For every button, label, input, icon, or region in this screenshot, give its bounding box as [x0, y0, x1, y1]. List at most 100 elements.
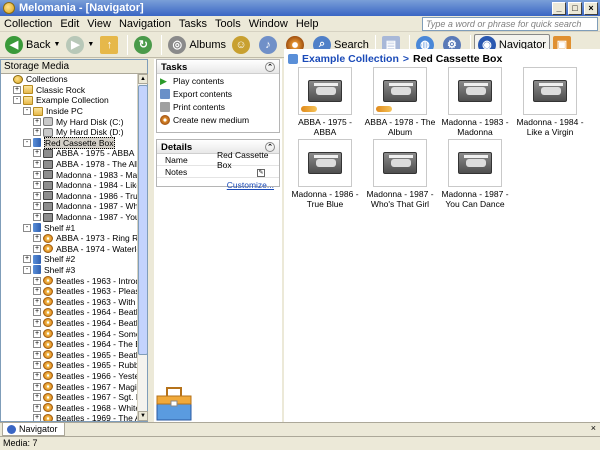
collapse-icon[interactable]: -	[23, 138, 31, 147]
customize-link[interactable]: Customize...	[157, 178, 279, 190]
tree-item[interactable]: + Beatles - 1965 - Rubber Soul	[1, 360, 138, 371]
scroll-down-button[interactable]: ▼	[138, 411, 148, 421]
expand-icon[interactable]: +	[23, 255, 31, 264]
tree-scrollbar[interactable]: ▲ ▼	[137, 74, 148, 421]
tree-item[interactable]: + Beatles - 1964 - Something New	[1, 328, 138, 339]
expand-icon[interactable]: +	[33, 191, 41, 200]
tree-item[interactable]: + ABBA - 1975 - ABBA	[1, 148, 138, 159]
notes-edit-icon[interactable]: ✎	[209, 166, 279, 177]
task-print-contents[interactable]: Print contents	[157, 100, 279, 113]
tree-item[interactable]: + Beatles - 1966 - Yesterday... and	[1, 371, 138, 382]
tree-item[interactable]: + Beatles - 1967 - Magical Mystery	[1, 381, 138, 392]
back-button[interactable]: ◀ Back ▼	[2, 34, 63, 56]
media-tile[interactable]: Madonna - 1986 - True Blue	[289, 139, 361, 209]
minimize-button[interactable]: _	[552, 1, 566, 15]
breadcrumb-parent[interactable]: Example Collection	[302, 53, 399, 65]
tree-item[interactable]: + Beatles - 1968 - White Album	[1, 402, 138, 413]
tree-item[interactable]: + Beatles - 1963 - With the Beatles	[1, 296, 138, 307]
media-tile[interactable]: Madonna - 1984 - Like a Virgin	[514, 67, 586, 137]
tree-item[interactable]: + Madonna - 1987 - Who's That Girl	[1, 201, 138, 212]
expand-icon[interactable]: +	[33, 181, 41, 190]
task-play-contents[interactable]: ▶ Play contents	[157, 74, 279, 87]
tree-item[interactable]: + Madonna - 1984 - Like a Virgin	[1, 180, 138, 191]
tree-item[interactable]: Collections	[1, 74, 138, 85]
expand-icon[interactable]: +	[33, 170, 41, 179]
collapse-icon[interactable]: -	[23, 265, 31, 274]
artists-button[interactable]: ☺	[229, 34, 256, 56]
tree-item[interactable]: - Example Collection	[1, 95, 138, 106]
media-tile[interactable]: ABBA - 1975 - ABBA	[289, 67, 361, 137]
scroll-thumb[interactable]	[138, 85, 148, 355]
loans-button[interactable]: ♪	[256, 34, 283, 56]
tree-item[interactable]: + Beatles - 1969 - The Abbey Road	[1, 413, 138, 421]
collapse-icon[interactable]: -	[13, 96, 21, 105]
tree-item[interactable]: + ABBA - 1974 - Waterloo	[1, 244, 138, 255]
menu-navigation[interactable]: Navigation	[115, 18, 175, 30]
expand-icon[interactable]: +	[33, 287, 41, 296]
expand-icon[interactable]: +	[33, 371, 41, 380]
tree-item[interactable]: - Shelf #1	[1, 222, 138, 233]
expand-icon[interactable]: +	[33, 276, 41, 285]
expand-icon[interactable]: +	[33, 297, 41, 306]
albums-button[interactable]: ◎ Albums	[165, 34, 229, 56]
media-tile[interactable]: Madonna - 1983 - Madonna	[439, 67, 511, 137]
tree-item[interactable]: + Beatles - 1964 - Beatles '65	[1, 307, 138, 318]
expand-icon[interactable]: +	[33, 202, 41, 211]
close-tab-icon[interactable]: ×	[591, 423, 596, 433]
media-tile[interactable]: Madonna - 1987 - Who's That Girl	[364, 139, 436, 209]
expand-icon[interactable]: +	[33, 318, 41, 327]
quick-search-input[interactable]: Type a word or phrase for quick search	[422, 17, 598, 31]
tree-item[interactable]: + ABBA - 1973 - Ring Ring	[1, 233, 138, 244]
menu-tools[interactable]: Tools	[211, 18, 245, 30]
expand-icon[interactable]: +	[33, 393, 41, 402]
collapse-icon[interactable]: -	[23, 223, 31, 232]
forward-button[interactable]: ▶ ▼	[63, 34, 97, 56]
tree-item[interactable]: - Inside PC	[1, 106, 138, 117]
menu-edit[interactable]: Edit	[56, 18, 83, 30]
collapse-icon[interactable]: -	[23, 107, 31, 116]
tree-item[interactable]: + Shelf #2	[1, 254, 138, 265]
tree-item[interactable]: - Red Cassette Box	[1, 136, 138, 149]
tree-item[interactable]: - Shelf #3	[1, 265, 138, 276]
refresh-button[interactable]: ↻	[131, 34, 158, 56]
expand-icon[interactable]: +	[33, 117, 41, 126]
tree-item[interactable]: + Beatles - 1963 - Please Please M	[1, 286, 138, 297]
tree-item[interactable]: + Madonna - 1987 - You Can Dance	[1, 212, 138, 223]
tree-item[interactable]: + Beatles - 1965 - Beatles VI	[1, 349, 138, 360]
expand-icon[interactable]: +	[33, 308, 41, 317]
expand-icon[interactable]: +	[33, 350, 41, 359]
menu-tasks[interactable]: Tasks	[175, 18, 211, 30]
tree-item[interactable]: + Madonna - 1983 - Madonna	[1, 169, 138, 180]
expand-icon[interactable]: +	[33, 329, 41, 338]
tree-item[interactable]: + Madonna - 1986 - True Blue	[1, 191, 138, 202]
expand-icon[interactable]: +	[33, 149, 41, 158]
tasks-header[interactable]: Tasks ⌃	[157, 60, 279, 74]
expand-icon[interactable]: +	[33, 244, 41, 253]
expand-icon[interactable]: +	[33, 403, 41, 412]
collapse-icon[interactable]: ⌃	[265, 62, 275, 72]
tree-item[interactable]: + Beatles - 1963 - Introducing... T	[1, 275, 138, 286]
tree-item[interactable]: + Classic Rock	[1, 85, 138, 96]
close-button[interactable]: ×	[584, 1, 598, 15]
expand-icon[interactable]: +	[33, 382, 41, 391]
menu-help[interactable]: Help	[292, 18, 323, 30]
expand-icon[interactable]: +	[33, 128, 41, 137]
menu-window[interactable]: Window	[245, 18, 292, 30]
expand-icon[interactable]: +	[33, 340, 41, 349]
expand-icon[interactable]: +	[33, 234, 41, 243]
task-export-contents[interactable]: Export contents	[157, 87, 279, 100]
expand-icon[interactable]: +	[33, 361, 41, 370]
expand-icon[interactable]: +	[33, 213, 41, 222]
tree-item[interactable]: + Beatles - 1964 - The Beatles' Sec	[1, 339, 138, 350]
tree-item[interactable]: + My Hard Disk (C:)	[1, 116, 138, 127]
up-button[interactable]: ↑	[97, 34, 124, 56]
media-tile[interactable]: Madonna - 1987 - You Can Dance	[439, 139, 511, 209]
expand-icon[interactable]: +	[13, 85, 21, 94]
tree-item[interactable]: + Beatles - 1967 - Sgt. Pepper's Lo	[1, 392, 138, 403]
expand-icon[interactable]: +	[33, 160, 41, 169]
tab-navigator[interactable]: Navigator	[2, 423, 65, 436]
expand-icon[interactable]: +	[33, 414, 41, 421]
tree-item[interactable]: + ABBA - 1978 - The Album	[1, 159, 138, 170]
media-tile[interactable]: ABBA - 1978 - The Album	[364, 67, 436, 137]
menu-view[interactable]: View	[83, 18, 115, 30]
